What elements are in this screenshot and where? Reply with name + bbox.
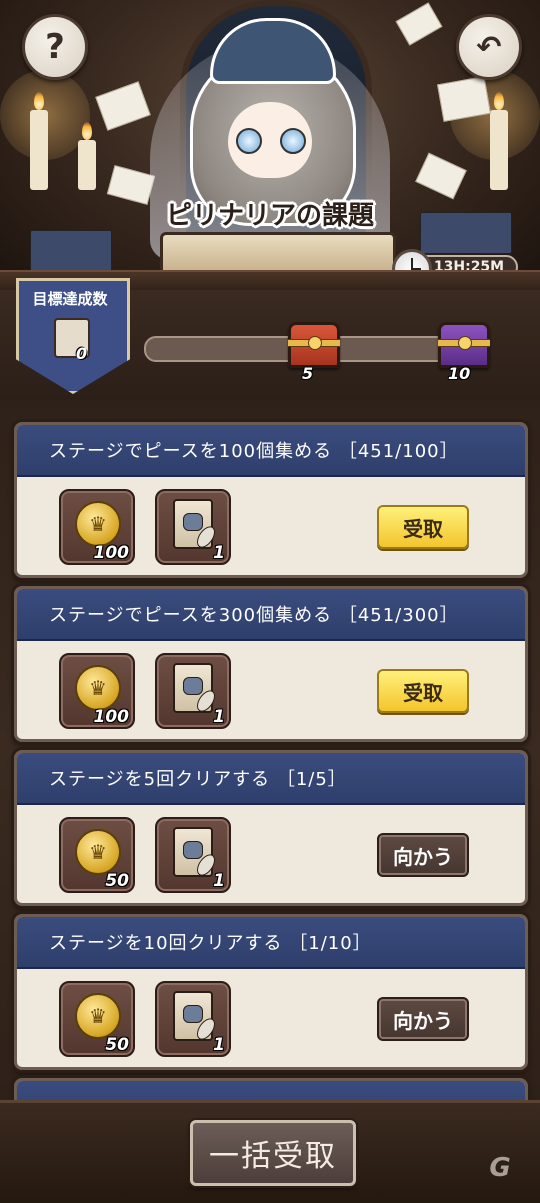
character-eye-left xyxy=(236,128,262,154)
mission-card: ステージを10回クリアする ［1/10］ ♛ 50 1 向かう xyxy=(14,914,528,1070)
book-stack-right xyxy=(420,212,512,254)
mission-card-partial xyxy=(14,1078,528,1100)
site-logo: G xyxy=(489,1153,511,1183)
candle-flame-left-small xyxy=(82,122,92,140)
goal-label: 目標達成数 xyxy=(32,290,108,308)
back-button[interactable]: ↶ xyxy=(456,14,522,80)
character-eye-right xyxy=(280,128,306,154)
page-title: ピリナリアの課題 xyxy=(165,201,374,231)
gold-crown-coin-icon: ♛ xyxy=(75,501,121,547)
reward-slot[interactable]: ♛ 50 xyxy=(59,981,135,1057)
flying-paper xyxy=(106,165,156,205)
goal-badge: 目標達成数 0 xyxy=(16,278,130,394)
gold-crown-coin-icon: ♛ xyxy=(75,829,121,875)
reward-count: 1 xyxy=(213,1035,225,1055)
reward-slot[interactable]: ♛ 100 xyxy=(59,653,135,729)
reward-count: 50 xyxy=(105,1035,129,1055)
reward-count: 1 xyxy=(213,707,225,727)
reward-slot[interactable]: 1 xyxy=(155,981,231,1057)
flying-paper xyxy=(415,152,467,200)
claim-button[interactable]: 受取 xyxy=(377,505,469,549)
flying-paper xyxy=(395,2,443,46)
reward-slot[interactable]: 1 xyxy=(155,817,231,893)
mission-title: ステージを10回クリアする ［1/10］ xyxy=(17,917,525,969)
purple-treasure-chest-icon[interactable] xyxy=(438,322,490,368)
candle-left-small xyxy=(78,140,96,190)
book-stack-left xyxy=(30,230,112,272)
flying-paper xyxy=(95,81,151,131)
question-mark-icon: ? xyxy=(45,27,65,67)
milestone-value: 10 xyxy=(448,364,471,383)
reward-count: 1 xyxy=(213,871,225,891)
go-button[interactable]: 向かう xyxy=(377,997,469,1041)
candle-left xyxy=(30,110,48,190)
mission-title: ステージを5回クリアする ［1/5］ xyxy=(17,753,525,805)
gold-crown-coin-icon: ♛ xyxy=(75,993,121,1039)
mission-title-partial xyxy=(17,1081,525,1100)
go-button[interactable]: 向かう xyxy=(377,833,469,877)
mission-title: ステージでピースを300個集める ［451/300］ xyxy=(17,589,525,641)
reward-slot[interactable]: ♛ 50 xyxy=(59,817,135,893)
claim-all-button[interactable]: 一括受取 xyxy=(190,1120,356,1186)
reward-count: 100 xyxy=(93,707,130,727)
claim-button[interactable]: 受取 xyxy=(377,669,469,713)
help-button[interactable]: ? xyxy=(22,14,88,80)
candle-flame-right xyxy=(494,92,504,110)
milestone-value: 5 xyxy=(302,364,314,383)
mission-title: ステージでピースを100個集める ［451/100］ xyxy=(17,425,525,477)
red-treasure-chest-icon[interactable] xyxy=(288,322,340,368)
reward-slot[interactable]: 1 xyxy=(155,653,231,729)
goal-count: 0 xyxy=(76,344,88,363)
reward-count: 1 xyxy=(213,543,225,563)
back-arrow-icon: ↶ xyxy=(476,29,502,65)
reward-slot[interactable]: ♛ 100 xyxy=(59,489,135,565)
reward-slot[interactable]: 1 xyxy=(155,489,231,565)
character-bonnet xyxy=(210,18,336,84)
reward-count: 50 xyxy=(105,871,129,891)
mission-card: ステージでピースを300個集める ［451/300］ ♛ 100 1 受取 xyxy=(14,586,528,742)
gold-crown-coin-icon: ♛ xyxy=(75,665,121,711)
mission-card: ステージを5回クリアする ［1/5］ ♛ 50 1 向かう xyxy=(14,750,528,906)
candle-right xyxy=(490,110,508,190)
reward-count: 100 xyxy=(93,543,130,563)
mission-card: ステージでピースを100個集める ［451/100］ ♛ 100 1 受取 xyxy=(14,422,528,578)
mission-list[interactable]: ステージでピースを100個集める ［451/100］ ♛ 100 1 受取 ステ… xyxy=(0,400,540,1100)
candle-flame-left xyxy=(34,92,44,110)
